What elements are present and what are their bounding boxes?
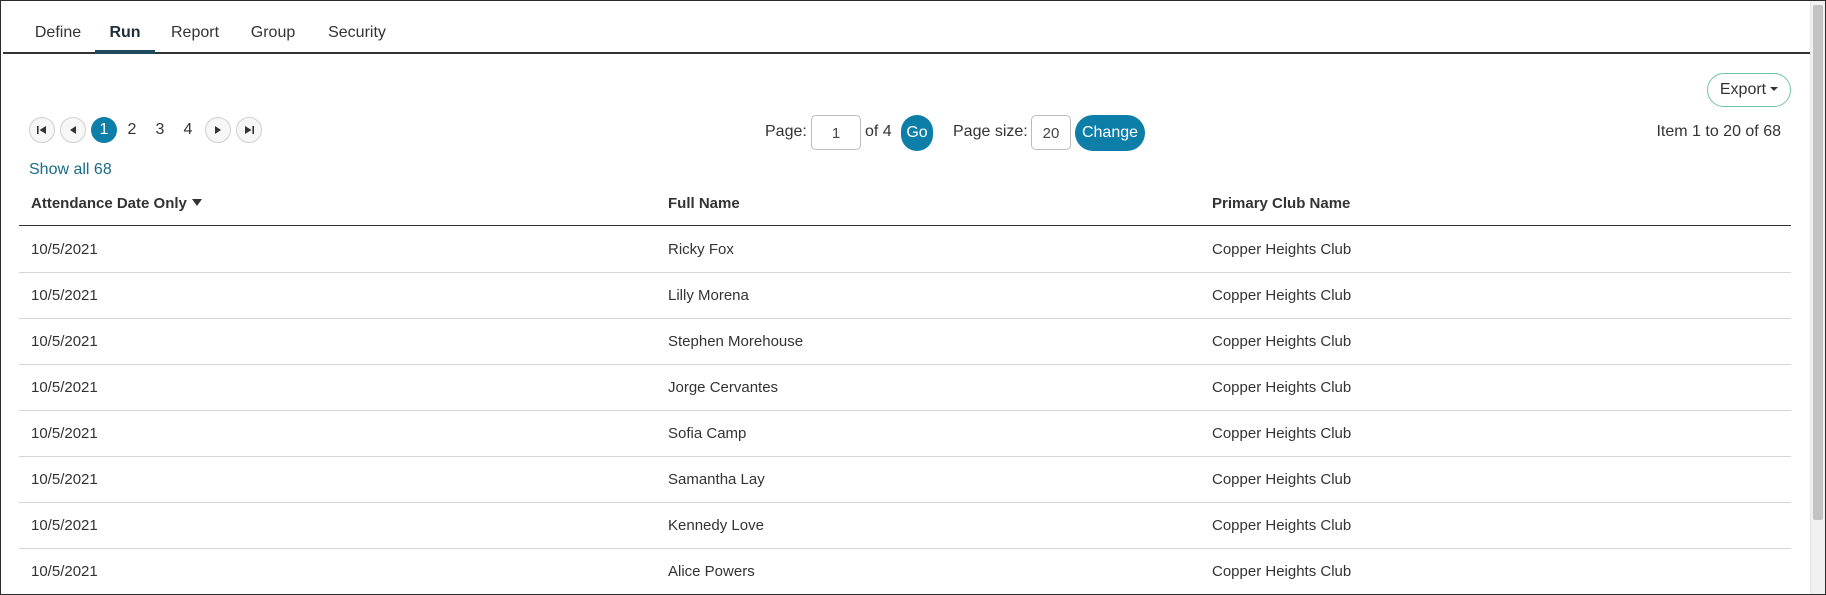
vertical-scrollbar[interactable]	[1810, 1, 1825, 594]
tab-define[interactable]: Define	[33, 21, 83, 52]
last-page-icon	[245, 126, 254, 134]
page-size-label: Page size:	[953, 123, 1028, 140]
table-row[interactable]: 10/5/2021 Alice Powers Copper Heights Cl…	[19, 549, 1791, 594]
table-row[interactable]: 10/5/2021 Samantha Lay Copper Heights Cl…	[19, 457, 1791, 503]
cell-full-name: Sofia Camp	[668, 425, 747, 442]
scrollbar-thumb[interactable]	[1813, 5, 1823, 520]
cell-primary-club-name: Copper Heights Club	[1212, 425, 1352, 442]
cell-attendance-date: 10/5/2021	[31, 333, 98, 350]
cell-full-name: Alice Powers	[668, 563, 755, 580]
table-header: Attendance Date Only Full Name Primary C…	[19, 190, 1791, 226]
table-row[interactable]: 10/5/2021 Ricky Fox Copper Heights Club	[19, 227, 1791, 273]
cell-full-name: Samantha Lay	[668, 471, 765, 488]
first-page-icon	[37, 126, 46, 134]
cell-full-name: Kennedy Love	[668, 517, 764, 534]
cell-primary-club-name: Copper Heights Club	[1212, 517, 1352, 534]
next-page-icon	[215, 126, 221, 134]
prev-page-icon	[70, 126, 76, 134]
cell-primary-club-name: Copper Heights Club	[1212, 333, 1352, 350]
tab-security[interactable]: Security	[325, 21, 389, 52]
column-header-full-name[interactable]: Full Name	[668, 195, 740, 212]
export-button[interactable]: Export	[1707, 73, 1791, 107]
column-header-primary-club-name[interactable]: Primary Club Name	[1212, 195, 1350, 212]
cell-full-name: Jorge Cervantes	[668, 379, 779, 396]
sort-descending-icon	[191, 199, 202, 207]
column-header-label: Attendance Date Only	[31, 195, 187, 212]
page-size-input[interactable]: 20	[1031, 115, 1071, 150]
cell-full-name: Stephen Morehouse	[668, 333, 804, 350]
cell-attendance-date: 10/5/2021	[31, 287, 98, 304]
cell-full-name: Ricky Fox	[668, 241, 734, 258]
cell-primary-club-name: Copper Heights Club	[1212, 287, 1352, 304]
page-link-2[interactable]: 2	[119, 117, 145, 143]
cell-attendance-date: 10/5/2021	[31, 425, 98, 442]
table-row[interactable]: 10/5/2021 Jorge Cervantes Copper Heights…	[19, 365, 1791, 411]
change-button[interactable]: Change	[1075, 115, 1145, 151]
cell-attendance-date: 10/5/2021	[31, 241, 98, 258]
chevron-down-icon	[1770, 86, 1779, 91]
tab-group[interactable]: Group	[248, 21, 298, 52]
show-all-link[interactable]: Show all 68	[29, 161, 112, 179]
table-row[interactable]: 10/5/2021 Lilly Morena Copper Heights Cl…	[19, 273, 1791, 319]
tab-bar: Define Run Report Group Security	[3, 1, 1810, 54]
page-link-3[interactable]: 3	[147, 117, 173, 143]
cell-primary-club-name: Copper Heights Club	[1212, 241, 1352, 258]
item-range-text: Item 1 to 20 of 68	[1656, 123, 1781, 140]
prev-page-button[interactable]	[60, 117, 86, 143]
cell-primary-club-name: Copper Heights Club	[1212, 379, 1352, 396]
cell-attendance-date: 10/5/2021	[31, 471, 98, 488]
go-button[interactable]: Go	[901, 115, 933, 151]
tab-run[interactable]: Run	[95, 21, 155, 54]
tab-report[interactable]: Report	[169, 21, 221, 52]
page-link-4[interactable]: 4	[175, 117, 201, 143]
page-number-input[interactable]: 1	[811, 115, 861, 150]
report-window: Define Run Report Group Security Export …	[0, 0, 1826, 595]
page-label: Page:	[765, 123, 807, 140]
cell-primary-club-name: Copper Heights Club	[1212, 563, 1352, 580]
table-row[interactable]: 10/5/2021 Sofia Camp Copper Heights Club	[19, 411, 1791, 457]
table-row[interactable]: 10/5/2021 Stephen Morehouse Copper Heigh…	[19, 319, 1791, 365]
page-link-1[interactable]: 1	[91, 117, 117, 143]
cell-attendance-date: 10/5/2021	[31, 517, 98, 534]
page-total-label: of 4	[865, 123, 892, 140]
cell-attendance-date: 10/5/2021	[31, 379, 98, 396]
next-page-button[interactable]	[205, 117, 231, 143]
cell-attendance-date: 10/5/2021	[31, 563, 98, 580]
cell-primary-club-name: Copper Heights Club	[1212, 471, 1352, 488]
table-row[interactable]: 10/5/2021 Kennedy Love Copper Heights Cl…	[19, 503, 1791, 549]
cell-full-name: Lilly Morena	[668, 287, 749, 304]
column-header-attendance-date[interactable]: Attendance Date Only	[31, 195, 202, 212]
first-page-button[interactable]	[29, 117, 55, 143]
export-label: Export	[1719, 81, 1767, 98]
last-page-button[interactable]	[236, 117, 262, 143]
